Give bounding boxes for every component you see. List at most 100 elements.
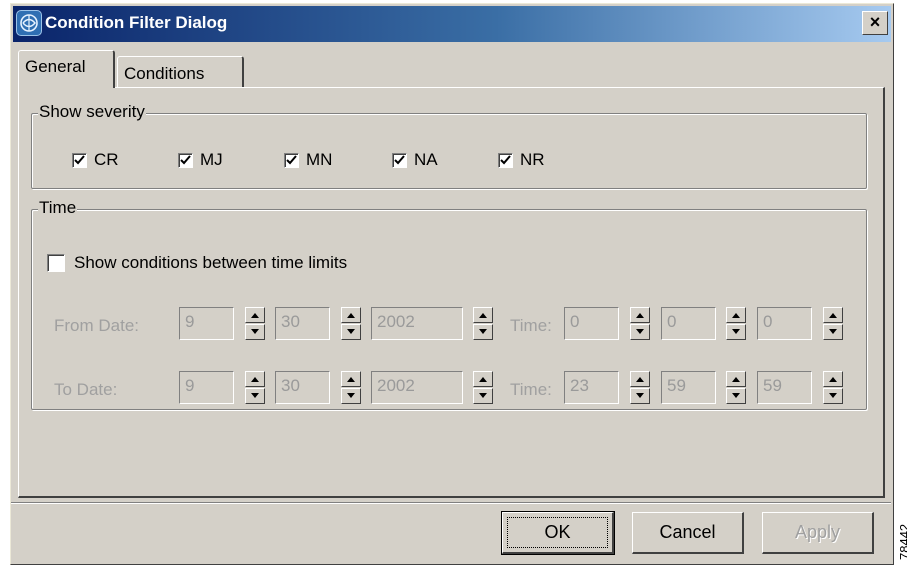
tab-conditions-label: Conditions: [124, 64, 205, 83]
to-year-spinner[interactable]: [473, 371, 493, 404]
spin-up-button[interactable]: [245, 371, 265, 387]
arrow-up-icon: [732, 377, 740, 382]
tab-general-label: General: [25, 57, 86, 76]
checkmark-icon: [394, 154, 405, 164]
close-button[interactable]: ×: [862, 11, 888, 35]
to-month-field[interactable]: 9: [179, 371, 234, 404]
to-second-field[interactable]: 59: [757, 371, 812, 404]
checkbox-box: [498, 152, 513, 168]
cancel-button[interactable]: Cancel: [632, 512, 744, 554]
severity-mj-label: MJ: [200, 150, 223, 169]
severity-mj-checkbox[interactable]: MJ: [178, 150, 223, 170]
spin-up-button[interactable]: [726, 371, 746, 387]
severity-na-checkbox[interactable]: NA: [392, 150, 438, 170]
spin-down-button[interactable]: [726, 388, 746, 404]
title-bar[interactable]: Condition Filter Dialog ×: [13, 6, 891, 42]
from-hour-spinner[interactable]: [630, 307, 650, 340]
checkbox-box: [284, 152, 299, 168]
spin-up-button[interactable]: [473, 307, 493, 323]
spin-up-button[interactable]: [473, 371, 493, 387]
spin-up-button[interactable]: [823, 307, 843, 323]
cancel-button-label: Cancel: [659, 522, 716, 542]
spin-up-button[interactable]: [245, 307, 265, 323]
time-group: Time Show conditions between time limits…: [31, 198, 867, 410]
severity-na-label: NA: [414, 150, 438, 169]
to-hour-spinner[interactable]: [630, 371, 650, 404]
spin-down-button[interactable]: [630, 388, 650, 404]
arrow-down-icon: [829, 329, 837, 334]
severity-nr-checkbox[interactable]: NR: [498, 150, 545, 170]
spin-down-button[interactable]: [823, 324, 843, 340]
from-month-spinner[interactable]: [245, 307, 265, 340]
to-minute-spinner[interactable]: [726, 371, 746, 404]
condition-filter-dialog: Condition Filter Dialog × General Condit…: [10, 3, 894, 565]
to-second-spinner[interactable]: [823, 371, 843, 404]
spin-down-button[interactable]: [630, 324, 650, 340]
spin-up-button[interactable]: [341, 371, 361, 387]
arrow-down-icon: [251, 329, 259, 334]
show-severity-label: Show severity: [38, 102, 146, 122]
from-year-spinner[interactable]: [473, 307, 493, 340]
focus-rectangle: [507, 517, 608, 548]
arrow-up-icon: [829, 313, 837, 318]
tab-conditions[interactable]: Conditions: [117, 56, 244, 88]
checkmark-icon: [500, 154, 511, 164]
severity-cr-checkbox[interactable]: CR: [72, 150, 119, 170]
spin-up-button[interactable]: [726, 307, 746, 323]
app-icon: [16, 10, 42, 36]
arrow-down-icon: [636, 393, 644, 398]
spin-down-button[interactable]: [473, 324, 493, 340]
spin-down-button[interactable]: [823, 388, 843, 404]
window-title: Condition Filter Dialog: [45, 13, 228, 32]
time-group-label: Time: [38, 198, 78, 218]
spin-down-button[interactable]: [473, 388, 493, 404]
from-day-spinner[interactable]: [341, 307, 361, 340]
spin-up-button[interactable]: [823, 371, 843, 387]
from-minute-spinner[interactable]: [726, 307, 746, 340]
to-minute-field[interactable]: 59: [661, 371, 716, 404]
arrow-up-icon: [251, 377, 259, 382]
from-second-field[interactable]: 0: [757, 307, 812, 340]
from-minute-field[interactable]: 0: [661, 307, 716, 340]
apply-button-label: Apply: [794, 522, 841, 542]
arrow-down-icon: [829, 393, 837, 398]
severity-mn-checkbox[interactable]: MN: [284, 150, 332, 170]
arrow-up-icon: [732, 313, 740, 318]
spin-up-button[interactable]: [630, 371, 650, 387]
to-day-field[interactable]: 30: [275, 371, 330, 404]
spin-down-button[interactable]: [341, 324, 361, 340]
tab-general[interactable]: General: [18, 50, 115, 88]
from-month-field[interactable]: 9: [179, 307, 234, 340]
show-time-limits-checkbox[interactable]: Show conditions between time limits: [47, 253, 347, 273]
arrow-down-icon: [347, 329, 355, 334]
spin-down-button[interactable]: [245, 324, 265, 340]
arrow-down-icon: [479, 393, 487, 398]
spin-down-button[interactable]: [245, 388, 265, 404]
to-hour-field[interactable]: 23: [564, 371, 619, 404]
to-year-field[interactable]: 2002: [371, 371, 463, 404]
arrow-down-icon: [479, 329, 487, 334]
from-year-field[interactable]: 2002: [371, 307, 463, 340]
spin-down-button[interactable]: [341, 388, 361, 404]
from-day-field[interactable]: 30: [275, 307, 330, 340]
from-time-label: Time:: [510, 316, 552, 335]
spin-up-button[interactable]: [630, 307, 650, 323]
severity-cr-label: CR: [94, 150, 119, 169]
from-date-label: From Date:: [54, 316, 140, 335]
ok-button[interactable]: OK: [501, 511, 615, 555]
general-tab-panel: Show severity CR MJ MN NA NR Time Show c…: [18, 87, 885, 498]
spin-down-button[interactable]: [726, 324, 746, 340]
from-second-spinner[interactable]: [823, 307, 843, 340]
arrow-down-icon: [347, 393, 355, 398]
to-month-spinner[interactable]: [245, 371, 265, 404]
apply-button[interactable]: Apply: [762, 512, 874, 554]
close-icon: ×: [869, 12, 881, 32]
arrow-down-icon: [251, 393, 259, 398]
show-time-limits-label: Show conditions between time limits: [74, 253, 348, 272]
checkbox-box: [178, 152, 193, 168]
to-day-spinner[interactable]: [341, 371, 361, 404]
arrow-down-icon: [636, 329, 644, 334]
to-date-label: To Date:: [54, 380, 118, 399]
from-hour-field[interactable]: 0: [564, 307, 619, 340]
spin-up-button[interactable]: [341, 307, 361, 323]
